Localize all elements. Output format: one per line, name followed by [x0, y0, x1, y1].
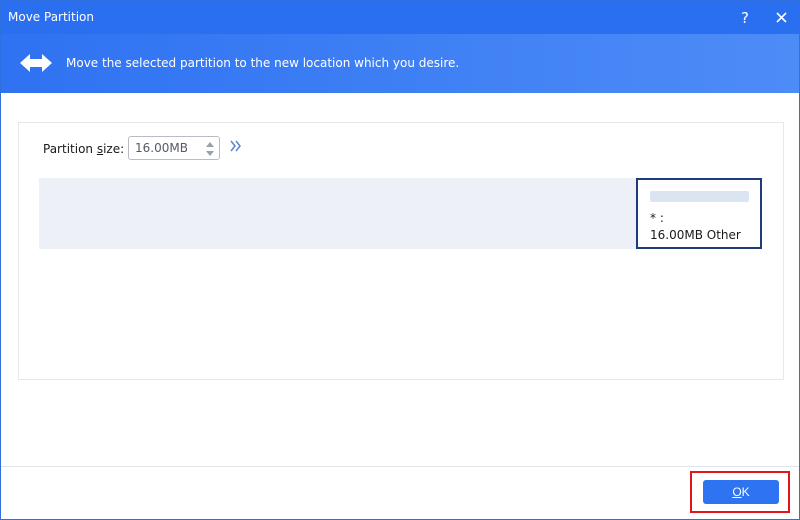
footer-divider — [1, 466, 799, 467]
partition-usage-bar — [650, 191, 749, 202]
partition-size-label-prefix: Partition — [43, 142, 97, 156]
partition-name: * : — [650, 211, 664, 225]
partition-layout-panel: Partition size: * : 16.00MB Other — [18, 122, 784, 380]
partition-size-stepper[interactable] — [128, 136, 220, 160]
help-button[interactable]: ? — [734, 7, 756, 29]
info-banner: Move the selected partition to the new l… — [1, 34, 799, 93]
spin-down-icon[interactable] — [204, 149, 216, 158]
close-icon — [776, 12, 787, 23]
ok-button[interactable]: OK — [703, 480, 779, 504]
spin-up-icon[interactable] — [204, 140, 216, 149]
partition-type: Other — [706, 228, 741, 242]
partition-size-label: Partition size: — [43, 142, 124, 156]
move-partition-dialog: Move Partition ? Move the selected parti… — [0, 0, 800, 520]
move-arrows-icon — [20, 54, 52, 72]
ok-label-accelerator: O — [732, 485, 742, 499]
partition-info: 16.00MB Other — [650, 228, 741, 242]
partition-block[interactable]: * : 16.00MB Other — [636, 178, 762, 249]
close-button[interactable] — [771, 7, 793, 29]
title-bar: Move Partition ? — [1, 1, 799, 34]
partition-size-input[interactable] — [135, 140, 201, 156]
double-chevron-right-icon[interactable] — [229, 139, 243, 153]
partition-size-value: 16.00MB — [650, 228, 703, 242]
banner-message: Move the selected partition to the new l… — [66, 56, 460, 70]
window-title: Move Partition — [8, 10, 95, 24]
partition-size-label-suffix: ize: — [103, 142, 125, 156]
ok-label-rest: K — [741, 485, 750, 499]
